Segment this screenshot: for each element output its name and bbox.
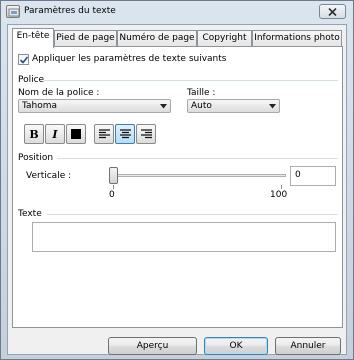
tab-pied-de-page[interactable]: Pied de page xyxy=(54,30,117,47)
slider-max-label: 100 xyxy=(270,190,288,200)
title-bar[interactable]: Paramètres du texte xyxy=(1,1,353,23)
app-icon xyxy=(6,5,20,18)
text-input[interactable] xyxy=(32,222,336,252)
checkmark-icon xyxy=(19,56,29,64)
bold-button[interactable]: B xyxy=(24,124,44,144)
align-left-button[interactable] xyxy=(94,124,114,144)
size-label: Taille : xyxy=(187,88,216,98)
align-right-button[interactable] xyxy=(136,124,156,144)
tab-numero-de-page[interactable]: Numéro de page xyxy=(117,30,197,47)
window-title: Paramètres du texte xyxy=(24,6,116,16)
align-right-icon xyxy=(140,129,152,139)
vertical-slider-track[interactable] xyxy=(110,174,286,177)
tab-label: Copyright xyxy=(202,33,247,43)
font-name-value: Tahoma xyxy=(22,101,58,111)
tab-panel-en-tete: Appliquer les paramètres de texte suivan… xyxy=(12,46,343,328)
slider-min-label: 0 xyxy=(109,190,115,200)
dialog-window: Paramètres du texte En-tête Pied de page… xyxy=(0,0,354,360)
tab-informations-photo[interactable]: Informations photo xyxy=(252,30,342,47)
tab-label: Informations photo xyxy=(254,33,340,43)
text-group-title: Texte xyxy=(18,209,42,219)
italic-label: I xyxy=(52,127,58,141)
size-value: Auto xyxy=(191,101,212,111)
size-select[interactable]: Auto xyxy=(187,99,280,113)
align-center-button[interactable] xyxy=(115,124,135,144)
cancel-button[interactable]: Annuler xyxy=(275,337,341,355)
ok-button[interactable]: OK xyxy=(204,337,268,355)
apply-settings-checkbox[interactable] xyxy=(18,54,29,65)
vertical-slider-thumb[interactable] xyxy=(109,167,118,184)
tab-label: Pied de page xyxy=(56,33,115,43)
chevron-down-icon xyxy=(269,104,276,109)
preview-button[interactable]: Aperçu xyxy=(108,337,197,355)
close-button[interactable] xyxy=(319,4,346,19)
vertical-value: 0 xyxy=(295,170,301,180)
close-icon xyxy=(328,7,337,16)
font-name-select[interactable]: Tahoma xyxy=(18,99,171,113)
vertical-value-input[interactable]: 0 xyxy=(290,166,336,186)
text-color-button[interactable] xyxy=(66,124,86,144)
align-center-icon xyxy=(119,129,131,139)
color-swatch-icon xyxy=(71,129,81,139)
position-group-divider xyxy=(57,158,338,159)
position-group-title: Position xyxy=(18,153,54,163)
font-group-divider xyxy=(44,80,338,81)
slider-tick xyxy=(113,185,114,189)
tab-label: En-tête xyxy=(16,31,50,41)
vertical-label: Verticale : xyxy=(26,171,72,181)
dialog-client-area: En-tête Pied de page Numéro de page Copy… xyxy=(7,24,347,355)
slider-tick xyxy=(281,185,282,189)
tab-label: Numéro de page xyxy=(119,33,195,43)
chevron-down-icon xyxy=(160,104,167,109)
text-group-divider xyxy=(47,214,338,215)
italic-button[interactable]: I xyxy=(45,124,65,144)
cancel-button-label: Annuler xyxy=(290,341,326,351)
ok-button-label: OK xyxy=(229,341,243,351)
bold-label: B xyxy=(29,127,39,141)
preview-button-label: Aperçu xyxy=(136,341,169,351)
font-name-label: Nom de la police : xyxy=(18,88,100,98)
align-left-icon xyxy=(98,129,110,139)
tab-en-tete[interactable]: En-tête xyxy=(12,28,54,48)
font-group-title: Police xyxy=(18,75,45,85)
tab-copyright[interactable]: Copyright xyxy=(197,30,252,47)
apply-settings-label[interactable]: Appliquer les paramètres de texte suivan… xyxy=(32,54,226,64)
